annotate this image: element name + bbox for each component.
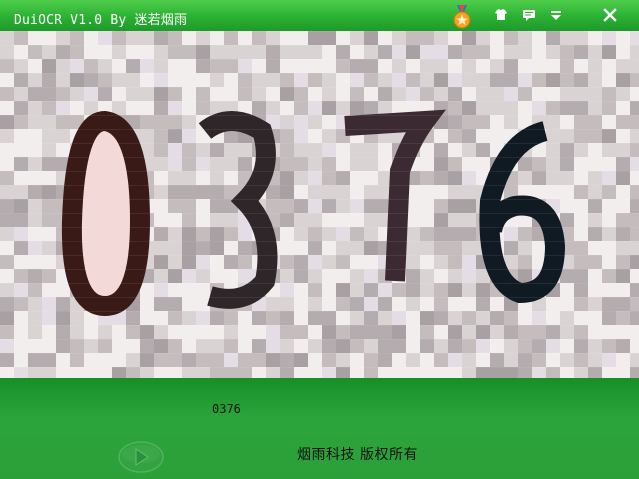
menu-dropdown-icon[interactable] [547,6,565,24]
captcha-image [0,31,639,378]
window-title: DuiOCR V1.0 By 迷若烟雨 [14,13,188,28]
captcha-mosaic [0,31,639,378]
close-icon[interactable] [601,6,619,24]
message-icon[interactable] [520,6,538,24]
copyright-text: 烟雨科技 版权所有 [297,447,418,463]
ocr-result-text: 0376 [212,402,241,416]
medal-icon[interactable] [451,5,473,29]
skin-shirt-icon[interactable] [492,6,510,24]
play-button[interactable] [117,440,165,474]
title-bar[interactable]: DuiOCR V1.0 By 迷若烟雨 [0,0,639,31]
